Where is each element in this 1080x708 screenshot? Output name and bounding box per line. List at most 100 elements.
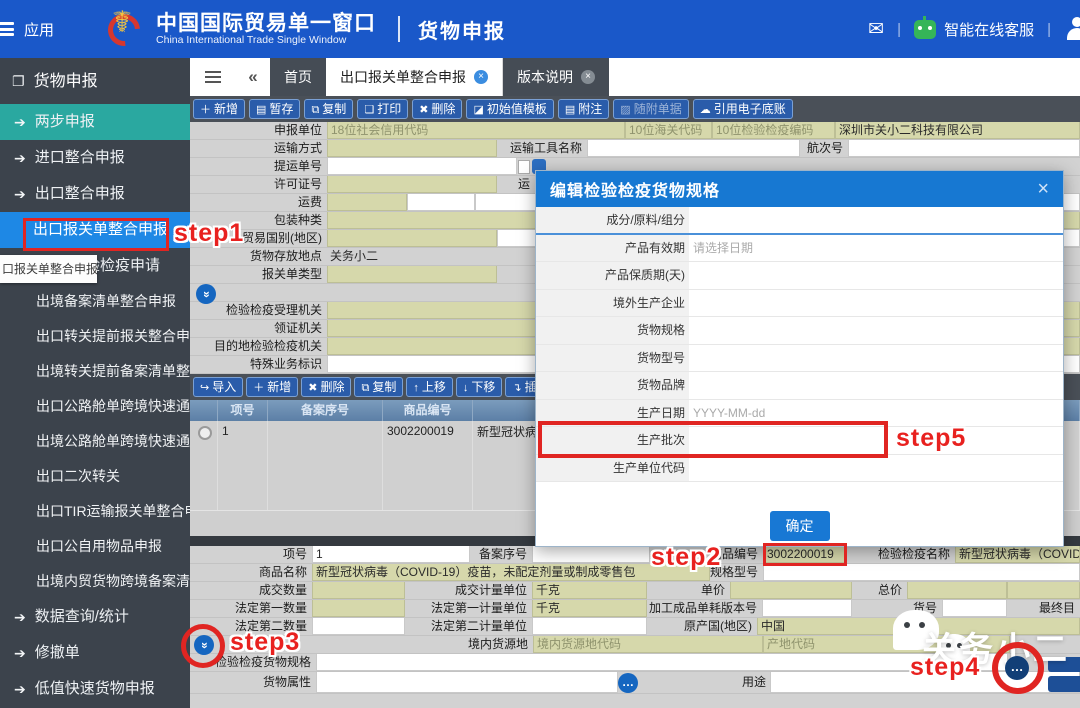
delete-button[interactable]: ✖删除	[412, 99, 462, 119]
field-label: 运输方式	[190, 140, 327, 157]
dialog-close-icon[interactable]: ×	[1037, 179, 1049, 199]
ciq-goods-spec-input[interactable]	[316, 654, 1008, 671]
col-item-no: 项号	[218, 400, 268, 421]
company-name-input[interactable]: 深圳市关小二科技有限公司	[835, 122, 1080, 139]
sidebar-subitem[interactable]: 出境公路舱单跨境快速通关	[0, 424, 190, 459]
sidebar-item-export[interactable]: ➔出口整合申报	[0, 176, 190, 212]
legal1-unit-input[interactable]: 千克	[532, 600, 647, 617]
producer-code-input[interactable]	[689, 455, 1063, 482]
notes-button[interactable]: ▤附注	[558, 99, 609, 119]
annotation-box-step2	[763, 543, 847, 566]
plus-icon: ＋	[253, 382, 264, 394]
print-button[interactable]: ❏打印	[357, 99, 408, 119]
goods-spec-input[interactable]	[689, 317, 1063, 344]
sidebar-subitem[interactable]: 出口公路舱单跨境快速通关	[0, 389, 190, 424]
declaration-type-input[interactable]	[327, 266, 497, 283]
sidebar-item-import[interactable]: ➔进口整合申报	[0, 140, 190, 176]
sidebar-subitem[interactable]: 出境转关提前备案清单整合申报	[0, 354, 190, 389]
qty-unit-input[interactable]: 千克	[532, 582, 647, 599]
sidebar-item-amend[interactable]: ➔修撤单	[0, 635, 190, 671]
import-row-button[interactable]: ↪导入	[193, 377, 243, 397]
customs-code-input[interactable]: 10位海关代码	[625, 122, 712, 139]
dialog-field-row: 产品有效期 请选择日期	[536, 235, 1063, 263]
legal2-qty-input[interactable]	[312, 618, 405, 635]
validity-date-input[interactable]: 请选择日期	[689, 235, 1063, 262]
voyage-no-input[interactable]	[848, 140, 1080, 157]
legal2-unit-input[interactable]	[532, 618, 647, 635]
copy-row-button[interactable]: ⧉复制	[354, 377, 403, 397]
save-draft-button[interactable]: ▤暂存	[249, 99, 300, 119]
online-service-link[interactable]: 智能在线客服	[944, 19, 1034, 40]
add-button[interactable]: ＋新增	[193, 99, 245, 119]
cite-eledger-button[interactable]: ☁引用电子底账	[693, 99, 793, 119]
sidebar-subitem[interactable]: 出口转关提前报关整合申报	[0, 319, 190, 354]
sidebar-subitem[interactable]: 出境备案清单整合申报	[0, 284, 190, 319]
initial-template-button[interactable]: ◪初始值模板	[466, 99, 553, 119]
sidebar-item-data-query[interactable]: ➔数据查询/统计	[0, 599, 190, 635]
bl-no-input[interactable]	[327, 158, 517, 175]
header-actions: ✉ | 智能在线客服 |	[868, 0, 1080, 58]
goods-attr-input[interactable]	[316, 672, 618, 693]
side-action-button[interactable]	[1048, 676, 1080, 692]
attached-docs-button[interactable]: ▨随附单据	[613, 99, 688, 119]
vehicle-name-input[interactable]	[587, 140, 800, 157]
consume-version-input[interactable]	[762, 600, 852, 617]
checkbox[interactable]	[518, 160, 530, 174]
license-no-input[interactable]	[327, 176, 497, 193]
tab-version-notes[interactable]: 版本说明×	[503, 58, 609, 96]
add-row-button[interactable]: ＋新增	[246, 377, 298, 397]
freight-mark-input[interactable]	[407, 194, 475, 211]
field-label: 产品有效期	[536, 235, 689, 262]
item-no-input[interactable]: 1	[312, 546, 470, 563]
template-icon: ◪	[473, 104, 483, 116]
col-hs-code: 商品编号	[383, 400, 473, 421]
delete-row-button[interactable]: ✖删除	[301, 377, 351, 397]
field-label: 成交数量	[190, 582, 312, 599]
unit-price-input[interactable]	[730, 582, 852, 599]
trade-country-input[interactable]	[327, 230, 497, 247]
qty-input[interactable]	[312, 582, 405, 599]
legal1-qty-input[interactable]	[312, 600, 405, 617]
dialog-field-row: 货物品牌	[536, 372, 1063, 400]
sidebar-item-two-step[interactable]: ➔两步申报	[0, 104, 190, 140]
domestic-source-input[interactable]: 境内货源地代码	[533, 636, 763, 653]
tab-home[interactable]: 首页	[270, 58, 326, 96]
sidebar-subitem[interactable]: 出口公自用物品申报	[0, 529, 190, 564]
freight-currency-input[interactable]	[475, 194, 543, 211]
credit-code-input[interactable]: 18位社会信用代码	[327, 122, 625, 139]
row-radio[interactable]	[198, 426, 212, 440]
sidebar-root[interactable]: ❐货物申报	[0, 58, 190, 104]
user-icon[interactable]	[1064, 16, 1080, 42]
item-code-input[interactable]	[942, 600, 1007, 617]
transport-mode-input[interactable]	[327, 140, 497, 157]
move-up-button[interactable]: ↑上移	[406, 377, 453, 397]
goods-brand-input[interactable]	[689, 372, 1063, 399]
sidebar-item-low-value[interactable]: ➔低值快速货物申报	[0, 671, 190, 707]
sidebar-subitem[interactable]: 出口TIR运输报关单整合申报	[0, 494, 190, 529]
tab-export-declaration[interactable]: 出口报关单整合申报×	[326, 58, 503, 96]
spec-model-input[interactable]	[763, 564, 1080, 581]
ciq-code-input[interactable]: 10位检验检疫编码	[712, 122, 835, 139]
field-label: 申报单位	[190, 122, 327, 139]
component-input[interactable]	[689, 207, 1063, 233]
overseas-producer-input[interactable]	[689, 290, 1063, 317]
total-price-input[interactable]	[907, 582, 1007, 599]
freight-input[interactable]	[327, 194, 407, 211]
shelf-life-input[interactable]	[689, 262, 1063, 289]
field-label: 领证机关	[190, 320, 327, 337]
copy-button[interactable]: ⧉复制	[304, 99, 353, 119]
mail-icon[interactable]: ✉	[868, 18, 884, 41]
more-attr-icon[interactable]: …	[618, 673, 638, 693]
close-tab-icon[interactable]: ×	[474, 70, 488, 84]
collapse-tabs-icon[interactable]: «	[236, 58, 270, 96]
goods-model-input[interactable]	[689, 345, 1063, 372]
sidebar-subitem[interactable]: 出境内贸货物跨境备案清单	[0, 564, 190, 599]
move-down-button[interactable]: ↓下移	[456, 377, 503, 397]
confirm-button[interactable]: 确定	[770, 511, 830, 541]
app-menu[interactable]: 应用	[24, 19, 54, 40]
tabs-menu-icon[interactable]	[190, 58, 236, 96]
sidebar-subitem[interactable]: 出口二次转关	[0, 459, 190, 494]
expand-section-icon[interactable]: »	[196, 284, 216, 304]
close-tab-icon[interactable]: ×	[581, 70, 595, 84]
menu-icon[interactable]	[0, 22, 14, 36]
